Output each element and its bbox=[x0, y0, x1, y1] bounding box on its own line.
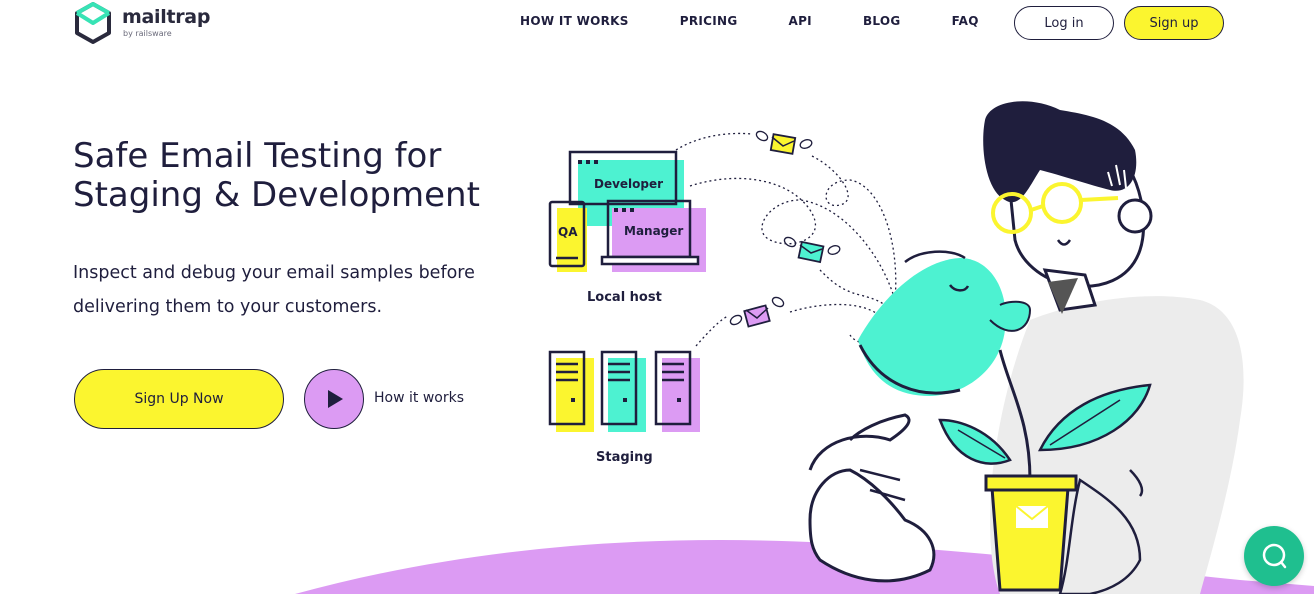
envelope-1 bbox=[769, 133, 797, 155]
server-teal bbox=[600, 350, 646, 432]
envelope-3 bbox=[743, 304, 771, 328]
plant-pot bbox=[990, 486, 1070, 592]
qa-label: QA bbox=[558, 225, 578, 239]
character-ear bbox=[1117, 198, 1153, 234]
wing-marks bbox=[729, 130, 841, 326]
staging-label: Staging bbox=[596, 450, 653, 465]
character-hand bbox=[808, 413, 936, 583]
manager-label: Manager bbox=[624, 224, 684, 238]
server-yellow bbox=[548, 350, 594, 432]
localhost-label: Local host bbox=[587, 290, 662, 305]
envelope-2 bbox=[797, 240, 825, 264]
developer-label: Developer bbox=[594, 177, 664, 191]
plant-head bbox=[858, 258, 1006, 396]
flight-paths bbox=[675, 132, 899, 347]
chat-icon bbox=[1262, 543, 1287, 569]
chat-widget-button[interactable] bbox=[1244, 526, 1304, 586]
server-purple bbox=[654, 350, 700, 432]
